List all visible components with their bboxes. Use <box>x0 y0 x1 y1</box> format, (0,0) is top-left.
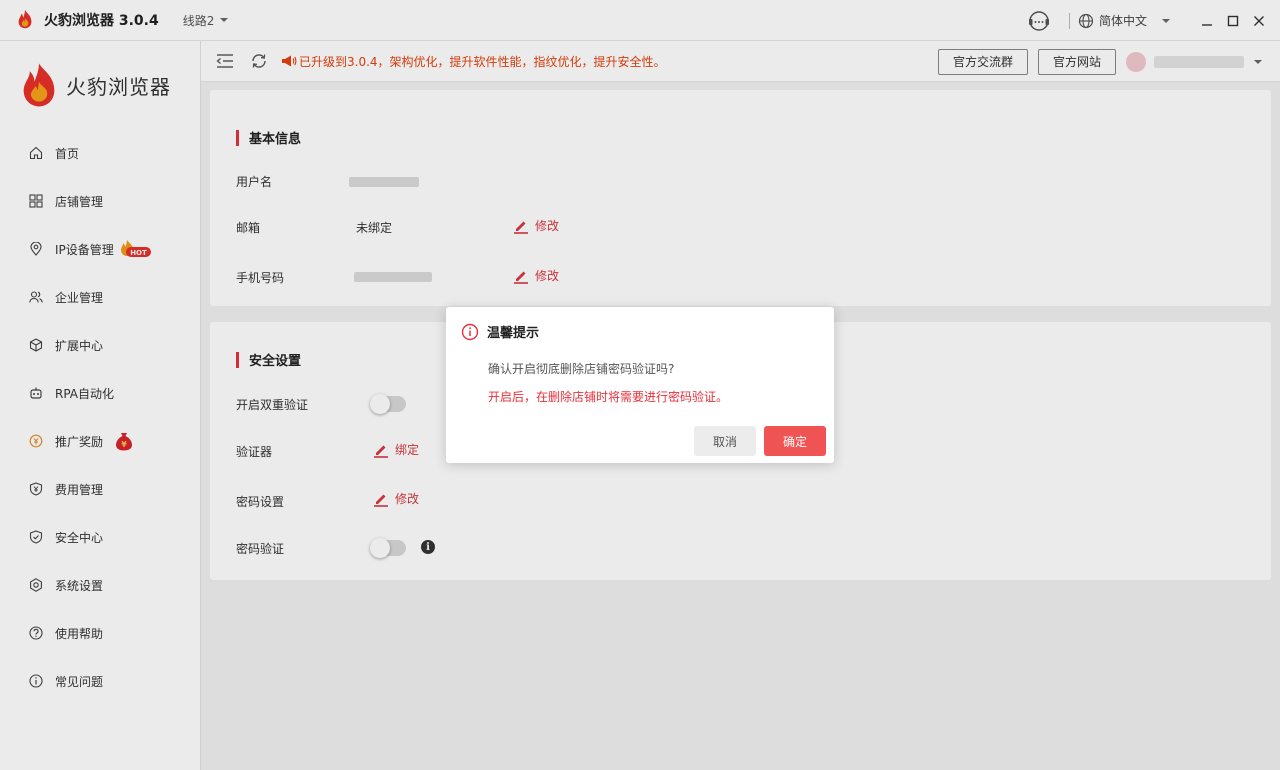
cancel-button[interactable]: 取消 <box>694 426 756 456</box>
confirm-button[interactable]: 确定 <box>764 426 826 456</box>
dialog-header: 温馨提示 <box>461 322 539 341</box>
confirm-dialog: 温馨提示 确认开启彻底删除店铺密码验证吗? 开启后，在删除店铺时将需要进行密码验… <box>446 307 834 463</box>
dialog-title: 温馨提示 <box>487 326 540 341</box>
info-circle-icon <box>461 323 479 340</box>
dialog-message: 确认开启彻底删除店铺密码验证吗? <box>488 362 675 376</box>
dialog-warning: 开启后，在删除店铺时将需要进行密码验证。 <box>488 390 729 404</box>
